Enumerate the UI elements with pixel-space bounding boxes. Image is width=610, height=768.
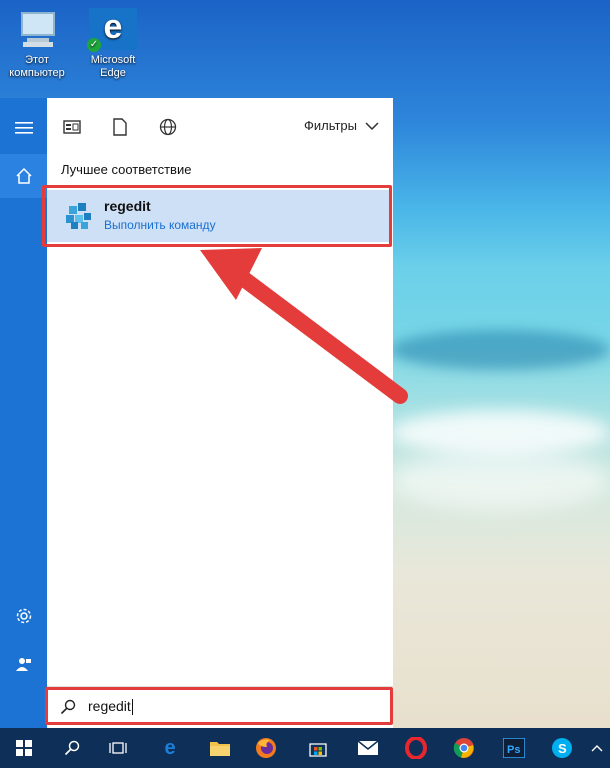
edge-icon: e ✓ <box>87 8 137 52</box>
photoshop-icon[interactable]: Ps <box>492 728 536 768</box>
mail-icon[interactable] <box>346 728 390 768</box>
desktop-icon-this-pc[interactable]: Этот компьютер <box>2 8 72 80</box>
search-icon[interactable] <box>50 728 94 768</box>
filters-label: Фильтры <box>303 118 357 133</box>
taskbar: e Ps S <box>0 728 610 768</box>
hamburger-icon[interactable] <box>0 106 47 150</box>
best-match-heading: Лучшее соответствие <box>61 162 192 177</box>
firefox-icon[interactable] <box>244 728 288 768</box>
chrome-icon[interactable] <box>442 728 486 768</box>
filters-dropdown[interactable]: Фильтры <box>304 118 379 133</box>
edge-icon[interactable]: e <box>148 728 192 768</box>
windows-start-icon[interactable] <box>2 728 46 768</box>
file-explorer-icon[interactable] <box>198 728 242 768</box>
user-icon[interactable] <box>0 642 47 686</box>
search-results-panel: Фильтры Лучшее соответствие regedit Выпо… <box>42 98 393 728</box>
home-icon[interactable] <box>0 154 47 198</box>
opera-icon[interactable] <box>394 728 438 768</box>
start-left-rail <box>0 98 47 728</box>
svg-text:Ps: Ps <box>507 744 520 756</box>
chevron-up-icon[interactable] <box>584 728 610 768</box>
document-icon[interactable] <box>109 116 131 138</box>
this-pc-icon <box>13 8 61 50</box>
globe-icon[interactable] <box>157 116 179 138</box>
desktop-icon-label: Microsoft Edge <box>90 54 136 79</box>
apps-icon[interactable] <box>61 116 83 138</box>
desktop-icon-edge[interactable]: e ✓ Microsoft Edge <box>78 8 148 80</box>
gear-icon[interactable] <box>0 594 47 638</box>
search-toolbar: Фильтры <box>47 98 393 154</box>
skype-icon[interactable]: S <box>540 728 584 768</box>
result-highlight-annotation <box>42 185 392 247</box>
svg-text:S: S <box>558 741 567 756</box>
task-view-icon[interactable] <box>96 728 140 768</box>
chevron-down-icon <box>365 121 379 130</box>
store-icon[interactable] <box>296 728 340 768</box>
start-menu: Фильтры Лучшее соответствие regedit Выпо… <box>0 98 393 728</box>
search-highlight-annotation <box>45 687 393 725</box>
desktop-icon-label: Этот компьютер <box>9 54 65 79</box>
